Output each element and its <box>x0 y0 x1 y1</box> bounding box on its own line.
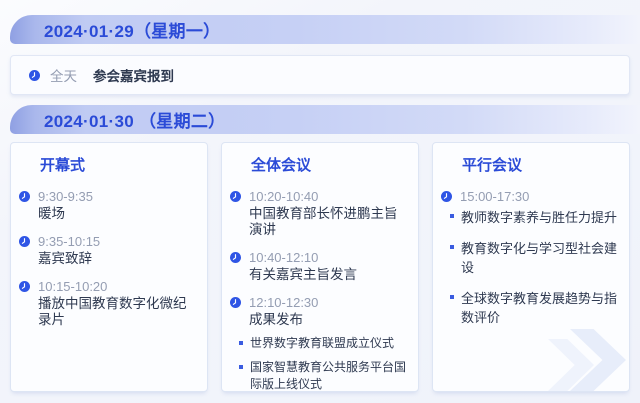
card-title: 平行会议 <box>462 157 523 174</box>
event-title: 参会嘉宾报到 <box>93 69 174 84</box>
agenda-item: 9:35-10:15 嘉宾致辞 <box>19 234 199 267</box>
day-section-tuesday: 2024·01·30 （星期二） 开幕式 9:30-9:35 暖场 9:35-1… <box>0 105 640 392</box>
sub-item-text: 国家智慧教育公共服务平台国际版上线仪式 <box>250 360 407 391</box>
clock-icon <box>230 297 241 308</box>
clock-icon <box>230 252 241 263</box>
item-time: 12:10-12:30 <box>249 295 319 310</box>
day-header-monday: 2024·01·29（星期一） <box>10 15 640 44</box>
square-bullet-icon <box>450 245 454 249</box>
agenda-item: 10:40-12:10 有关嘉宾主旨发言 <box>230 250 410 283</box>
item-title: 有关嘉宾主旨发言 <box>249 267 357 282</box>
sub-item-text: 全球数字教育发展趋势与指数评价 <box>461 291 618 325</box>
session-card-parallel: 平行会议 15:00-17:30 教师数字素养与胜任力提升 教育数字化与学习型社… <box>432 142 630 392</box>
item-title: 播放中国教育数字化微纪录片 <box>38 296 187 327</box>
item-time: 10:40-12:10 <box>249 250 319 265</box>
time-row: 9:30-9:35 <box>19 189 199 204</box>
all-day-event-card: 全天 参会嘉宾报到 <box>10 55 630 95</box>
conference-schedule-page: 2024·01·29（星期一） 全天 参会嘉宾报到 2024·01·30 （星期… <box>0 0 640 403</box>
session-cards-row: 开幕式 9:30-9:35 暖场 9:35-10:15 嘉宾致辞 10:15-1… <box>10 142 630 392</box>
sub-item: 世界数字教育联盟成立仪式 <box>239 335 410 352</box>
event-time: 全天 <box>50 69 77 84</box>
time-row: 12:10-12:30 <box>230 295 410 310</box>
sub-item-text: 教育数字化与学习型社会建设 <box>461 241 618 275</box>
session-card-plenary: 全体会议 10:20-10:40 中国教育部长怀进鹏主旨演讲 10:40-12:… <box>221 142 419 392</box>
card-items: 9:30-9:35 暖场 9:35-10:15 嘉宾致辞 10:15-10:20… <box>19 189 199 328</box>
sub-item: 全球数字教育发展趋势与指数评价 <box>450 289 621 327</box>
sub-item: 国家智慧教育公共服务平台国际版上线仪式 <box>239 359 410 391</box>
agenda-item: 10:15-10:20 播放中国教育数字化微纪录片 <box>19 279 199 328</box>
item-time: 10:15-10:20 <box>38 279 108 294</box>
sub-item: 教育数字化与学习型社会建设 <box>450 239 621 277</box>
session-card-opening: 开幕式 9:30-9:35 暖场 9:35-10:15 嘉宾致辞 10:15-1… <box>10 142 208 392</box>
item-title: 中国教育部长怀进鹏主旨演讲 <box>249 206 398 237</box>
card-items: 15:00-17:30 教师数字素养与胜任力提升 教育数字化与学习型社会建设 全… <box>441 189 621 327</box>
time-row: 10:40-12:10 <box>230 250 410 265</box>
day-section-monday: 2024·01·29（星期一） 全天 参会嘉宾报到 <box>0 15 640 95</box>
day-header-title: 2024·01·29（星期一） <box>44 22 221 41</box>
square-bullet-icon <box>239 365 243 369</box>
chevron-right-icon <box>570 329 626 391</box>
item-title: 成果发布 <box>249 312 303 327</box>
agenda-item: 15:00-17:30 教师数字素养与胜任力提升 教育数字化与学习型社会建设 全… <box>441 189 621 327</box>
agenda-item: 9:30-9:35 暖场 <box>19 189 199 222</box>
card-title: 开幕式 <box>40 157 86 174</box>
square-bullet-icon <box>239 341 243 345</box>
day-header-tuesday: 2024·01·30 （星期二） <box>10 105 640 134</box>
item-time: 10:20-10:40 <box>249 189 319 204</box>
agenda-item: 12:10-12:30 成果发布 世界数字教育联盟成立仪式 国家智慧教育公共服务… <box>230 295 410 391</box>
square-bullet-icon <box>450 295 454 299</box>
clock-icon <box>19 191 30 202</box>
time-row: 10:20-10:40 <box>230 189 410 204</box>
item-time: 15:00-17:30 <box>460 189 530 204</box>
time-row: 15:00-17:30 <box>441 189 621 204</box>
item-time: 9:35-10:15 <box>38 234 101 249</box>
clock-icon <box>230 191 241 202</box>
card-title: 全体会议 <box>251 157 312 174</box>
clock-icon <box>29 69 40 81</box>
item-title: 嘉宾致辞 <box>38 251 92 266</box>
square-bullet-icon <box>450 214 454 218</box>
clock-icon <box>19 281 30 292</box>
item-time: 9:30-9:35 <box>38 189 93 204</box>
chevron-watermark <box>548 329 626 391</box>
day-header-title: 2024·01·30 （星期二） <box>44 112 226 131</box>
sub-item-text: 世界数字教育联盟成立仪式 <box>250 336 395 350</box>
sub-item-list: 教师数字素养与胜任力提升 教育数字化与学习型社会建设 全球数字教育发展趋势与指数… <box>441 208 621 327</box>
clock-icon <box>441 191 452 202</box>
sub-item-text: 教师数字素养与胜任力提升 <box>461 210 618 225</box>
time-row: 10:15-10:20 <box>19 279 199 294</box>
card-items: 10:20-10:40 中国教育部长怀进鹏主旨演讲 10:40-12:10 有关… <box>230 189 410 391</box>
item-title: 暖场 <box>38 206 65 221</box>
time-row: 9:35-10:15 <box>19 234 199 249</box>
chevron-right-icon <box>548 339 594 391</box>
agenda-item: 10:20-10:40 中国教育部长怀进鹏主旨演讲 <box>230 189 410 238</box>
sub-item-list: 世界数字教育联盟成立仪式 国家智慧教育公共服务平台国际版上线仪式 中外数字教育合… <box>230 335 410 391</box>
sub-item: 教师数字素养与胜任力提升 <box>450 208 621 227</box>
clock-icon <box>19 236 30 247</box>
